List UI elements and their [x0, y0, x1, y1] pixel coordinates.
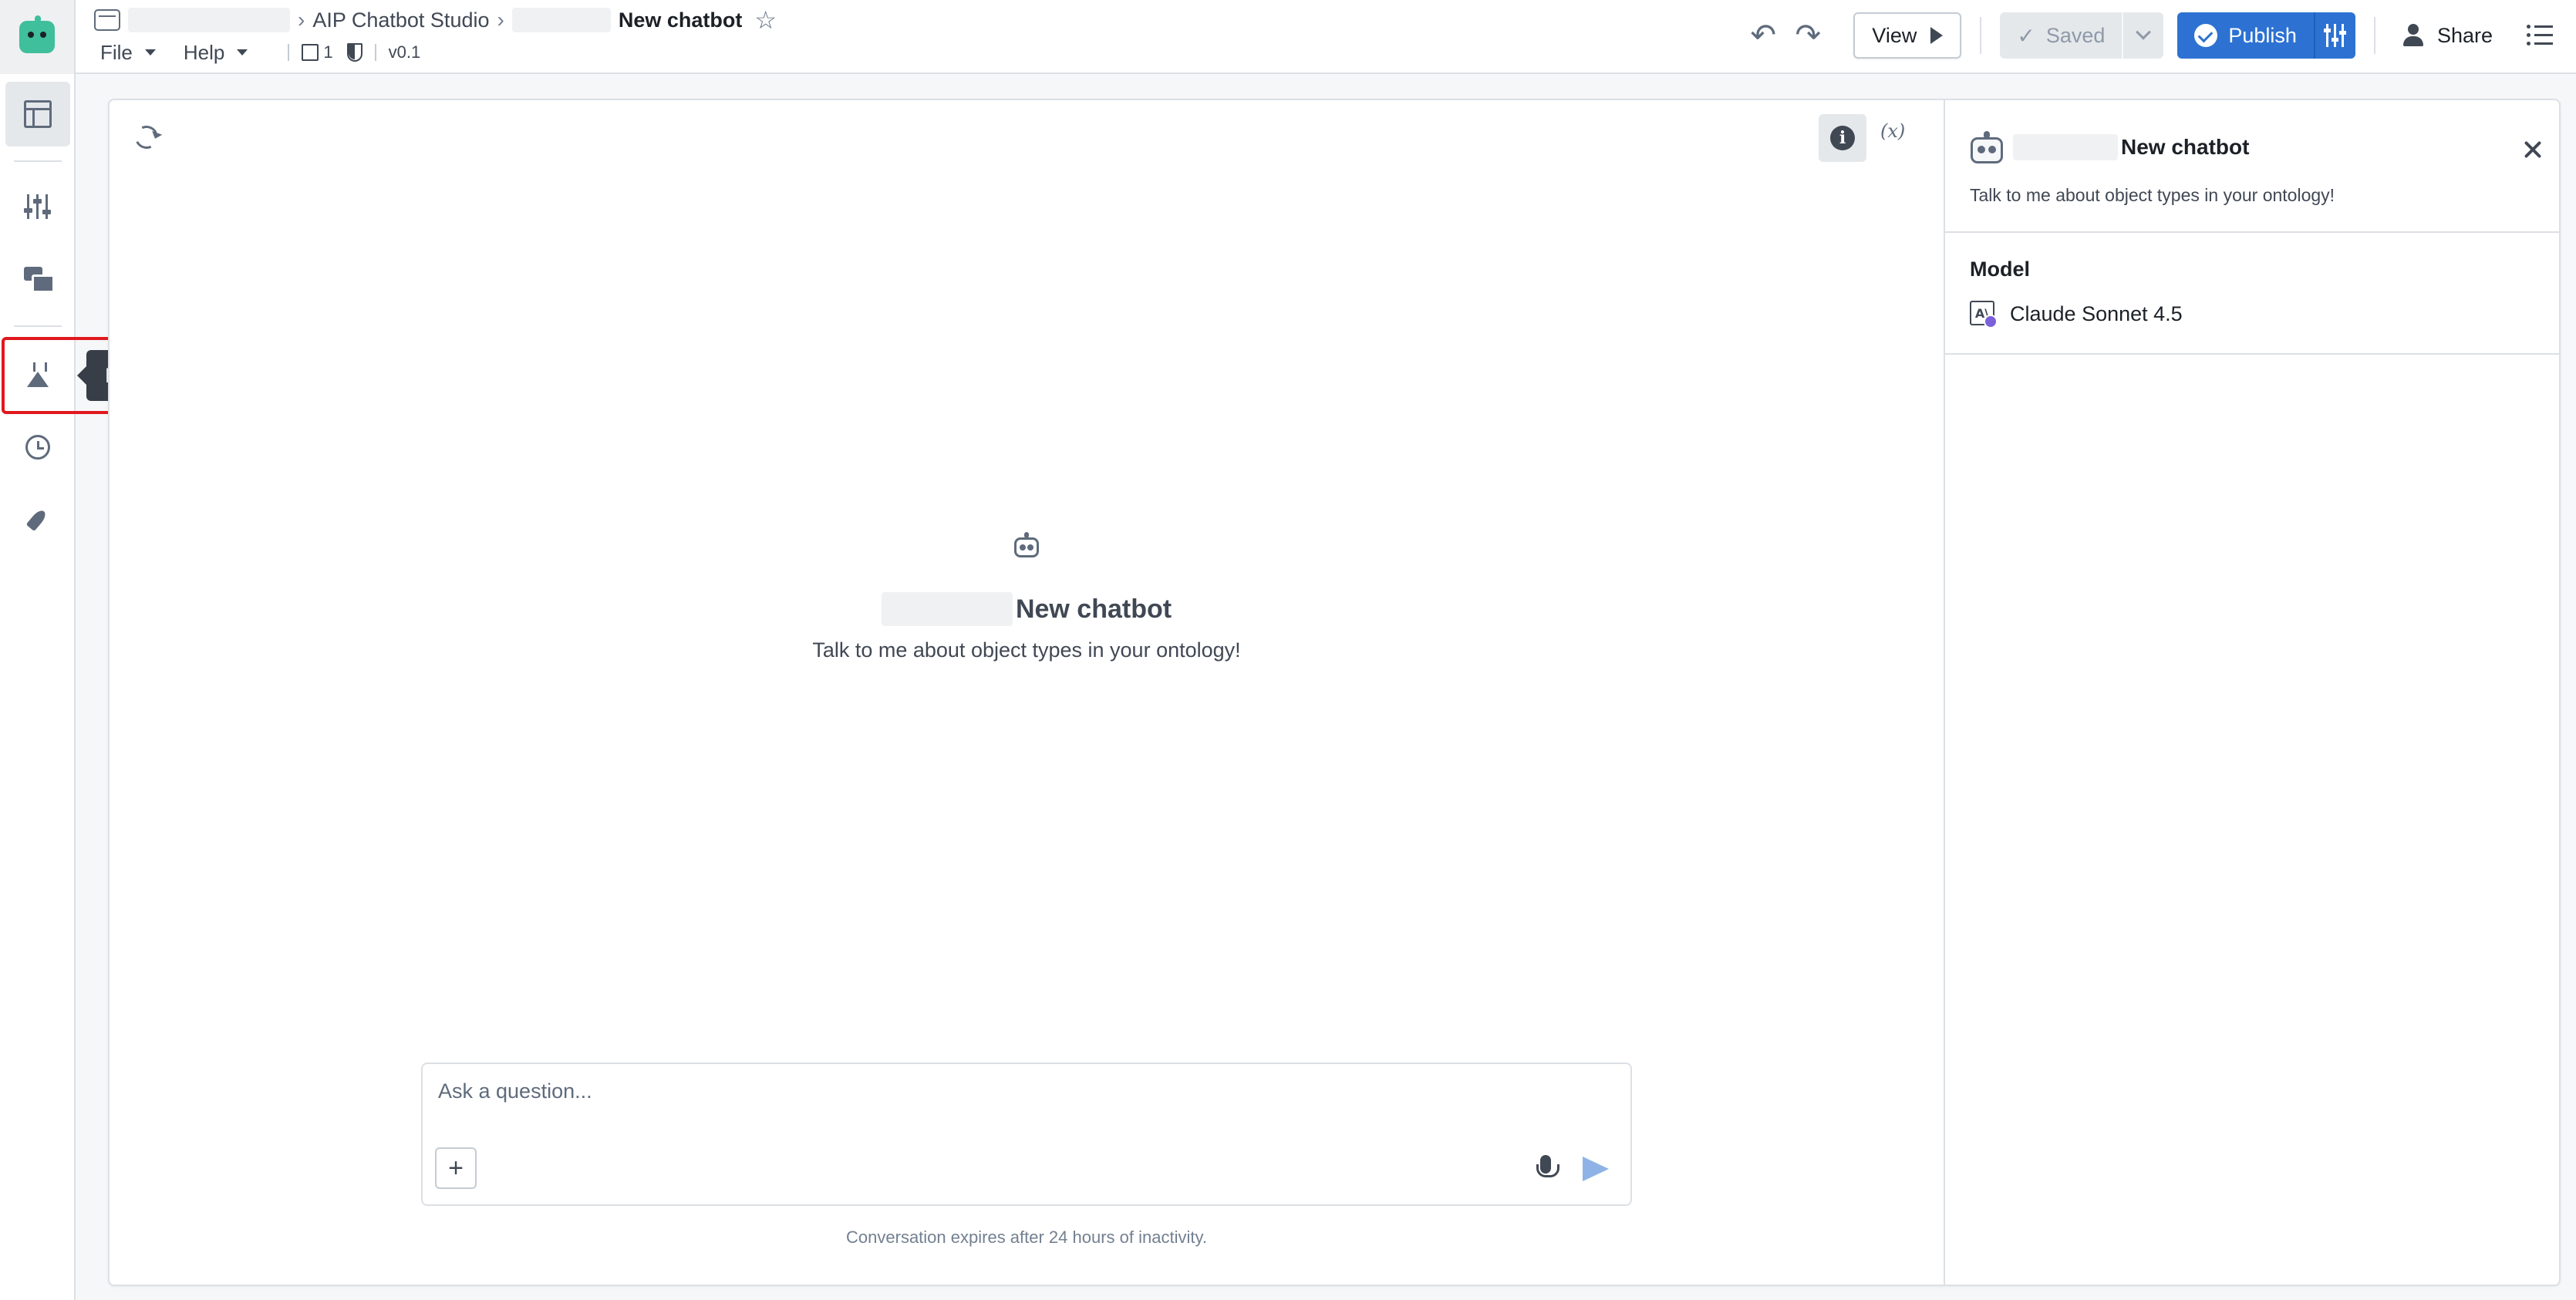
file-menu[interactable]: File — [100, 41, 156, 65]
details-panel: New chatbot Talk to me about object type… — [1944, 100, 2561, 1285]
left-sidebar — [0, 74, 76, 1300]
saved-options-button[interactable] — [2122, 12, 2163, 59]
person-icon — [2402, 24, 2425, 47]
robot-icon — [1968, 131, 2005, 168]
undo-icon[interactable]: ↶ — [1741, 18, 1785, 53]
refresh-button[interactable] — [130, 120, 164, 154]
divider — [374, 44, 376, 61]
publish-button[interactable]: Publish — [2177, 12, 2355, 59]
resource-title[interactable]: New chatbot — [619, 8, 743, 32]
robot-logo-icon — [19, 21, 55, 53]
add-attachment-button[interactable]: + — [435, 1147, 477, 1189]
divider — [1980, 17, 1982, 54]
share-label: Share — [2436, 23, 2493, 47]
chevron-right-icon: › — [497, 8, 504, 32]
saved-label: Saved — [2045, 23, 2106, 47]
panel-title: New chatbot — [2013, 134, 2249, 160]
question-input[interactable] — [438, 1079, 1595, 1103]
view-button-label: View — [1872, 23, 1917, 47]
info-icon: i — [1830, 126, 1855, 150]
shield-icon[interactable] — [346, 43, 362, 62]
send-icon[interactable] — [1580, 1153, 1610, 1184]
refresh-icon — [131, 122, 162, 153]
sidebar-divider — [14, 160, 62, 162]
chatbot-description: Talk to me about object types in your on… — [812, 638, 1241, 662]
model-provider-icon: A\ — [1970, 301, 1998, 328]
divider — [288, 44, 290, 61]
sidebar-item-chat[interactable] — [5, 247, 70, 312]
panel-description: Talk to me about object types in your on… — [1970, 185, 2335, 205]
sidebar-item-layout[interactable] — [5, 82, 70, 147]
message-composer: + — [421, 1063, 1632, 1206]
chat-icon — [24, 265, 55, 293]
help-menu-label: Help — [183, 40, 225, 64]
redacted-prefix — [511, 8, 611, 32]
model-section: Model A\ Claude Sonnet 4.5 — [1945, 233, 2561, 355]
microphone-icon[interactable] — [1530, 1153, 1561, 1184]
sidebar-item-configuration[interactable] — [5, 174, 70, 239]
close-icon[interactable] — [2519, 136, 2547, 163]
breadcrumb-studio[interactable]: AIP Chatbot Studio — [312, 8, 489, 32]
redo-icon[interactable]: ↷ — [1785, 18, 1830, 53]
star-icon[interactable]: ☆ — [754, 5, 777, 35]
info-button[interactable]: i — [1819, 114, 1866, 162]
history-icon — [25, 435, 50, 460]
app-logo[interactable] — [0, 0, 76, 74]
main-card: i (x) New chatbot Talk to me about objec… — [108, 99, 2561, 1286]
redacted-prefix — [881, 592, 1013, 626]
breadcrumb: › AIP Chatbot Studio › New chatbot ☆ — [94, 6, 777, 34]
chevron-right-icon: › — [298, 8, 305, 32]
robot-icon — [1011, 532, 1042, 563]
panel-title-text: New chatbot — [2121, 135, 2250, 159]
chat-area: i (x) New chatbot Talk to me about objec… — [110, 100, 1944, 1285]
model-name: Claude Sonnet 4.5 — [2010, 302, 2183, 325]
expiry-note: Conversation expires after 24 hours of i… — [846, 1228, 1207, 1247]
publish-label: Publish — [2228, 23, 2297, 47]
chevron-down-icon — [2136, 24, 2152, 40]
chatbot-title-text: New chatbot — [1015, 594, 1172, 624]
chat-empty-state: New chatbot Talk to me about object type… — [110, 532, 1944, 662]
redacted-prefix — [2013, 134, 2118, 160]
saved-button[interactable]: ✓ Saved — [2000, 12, 2164, 59]
layout-icon — [24, 100, 52, 128]
list-menu-icon[interactable] — [2527, 24, 2553, 47]
menu-bar: File Help 1 v0.1 — [100, 39, 420, 66]
tune-icon — [24, 193, 52, 221]
top-bar: › AIP Chatbot Studio › New chatbot ☆ Fil… — [0, 0, 2576, 74]
variables-button[interactable]: (x) — [1880, 120, 1905, 142]
caret-down-icon — [144, 49, 156, 56]
toolbar-actions: ↶ ↷ View ✓ Saved Publish Share — [1741, 0, 2576, 71]
folder-icon[interactable] — [94, 9, 120, 31]
member-count: 1 — [323, 42, 333, 62]
sidebar-divider — [14, 325, 62, 327]
view-button[interactable]: View — [1853, 12, 1962, 59]
caret-down-icon — [237, 49, 248, 56]
building-icon — [302, 44, 319, 61]
model-heading: Model — [1970, 258, 2030, 281]
play-icon — [1930, 27, 1944, 44]
panel-header: New chatbot Talk to me about object type… — [1945, 100, 2561, 233]
sidebar-item-history[interactable] — [5, 415, 70, 480]
project-members[interactable]: 1 — [302, 42, 333, 62]
sliders-icon — [2323, 24, 2347, 47]
rocket-icon — [24, 506, 52, 534]
chatbot-title: New chatbot — [110, 592, 1944, 626]
check-circle-icon — [2194, 24, 2218, 47]
share-button[interactable]: Share — [2402, 24, 2493, 48]
check-icon: ✓ — [2017, 23, 2035, 48]
publish-settings-button[interactable] — [2313, 12, 2355, 59]
redacted-folder-name[interactable] — [128, 8, 290, 32]
version-label[interactable]: v0.1 — [389, 42, 421, 62]
help-menu[interactable]: Help — [184, 41, 248, 65]
file-menu-label: File — [100, 40, 133, 64]
sidebar-item-deploy[interactable] — [5, 487, 70, 552]
divider — [2373, 17, 2375, 54]
